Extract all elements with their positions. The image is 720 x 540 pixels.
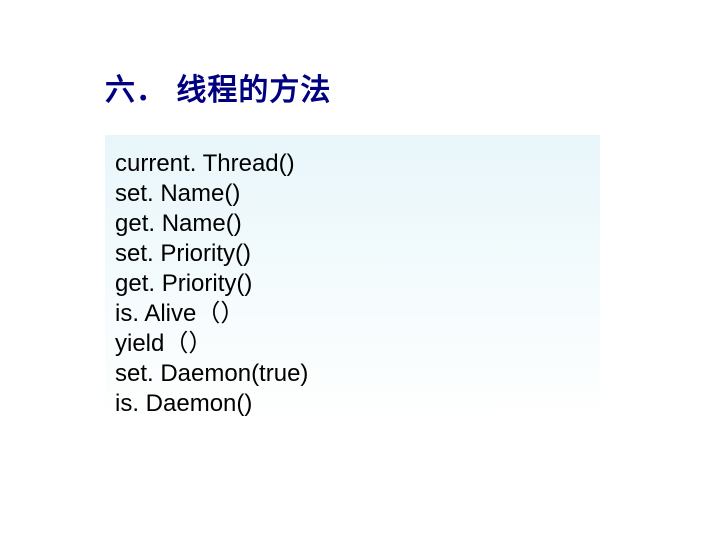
methods-list-box: current. Thread() set. Name() get. Name(… [105, 135, 600, 425]
method-item: get. Priority() [115, 269, 590, 299]
method-item: set. Name() [115, 179, 590, 209]
method-item: is. Daemon() [115, 389, 590, 419]
method-item: set. Daemon(true) [115, 359, 590, 389]
method-item: get. Name() [115, 209, 590, 239]
method-item: set. Priority() [115, 239, 590, 269]
method-item: current. Thread() [115, 149, 590, 179]
section-heading: 六． 线程的方法 [105, 65, 331, 109]
method-item: yield（） [115, 329, 590, 359]
method-item: is. Alive（） [115, 299, 590, 329]
